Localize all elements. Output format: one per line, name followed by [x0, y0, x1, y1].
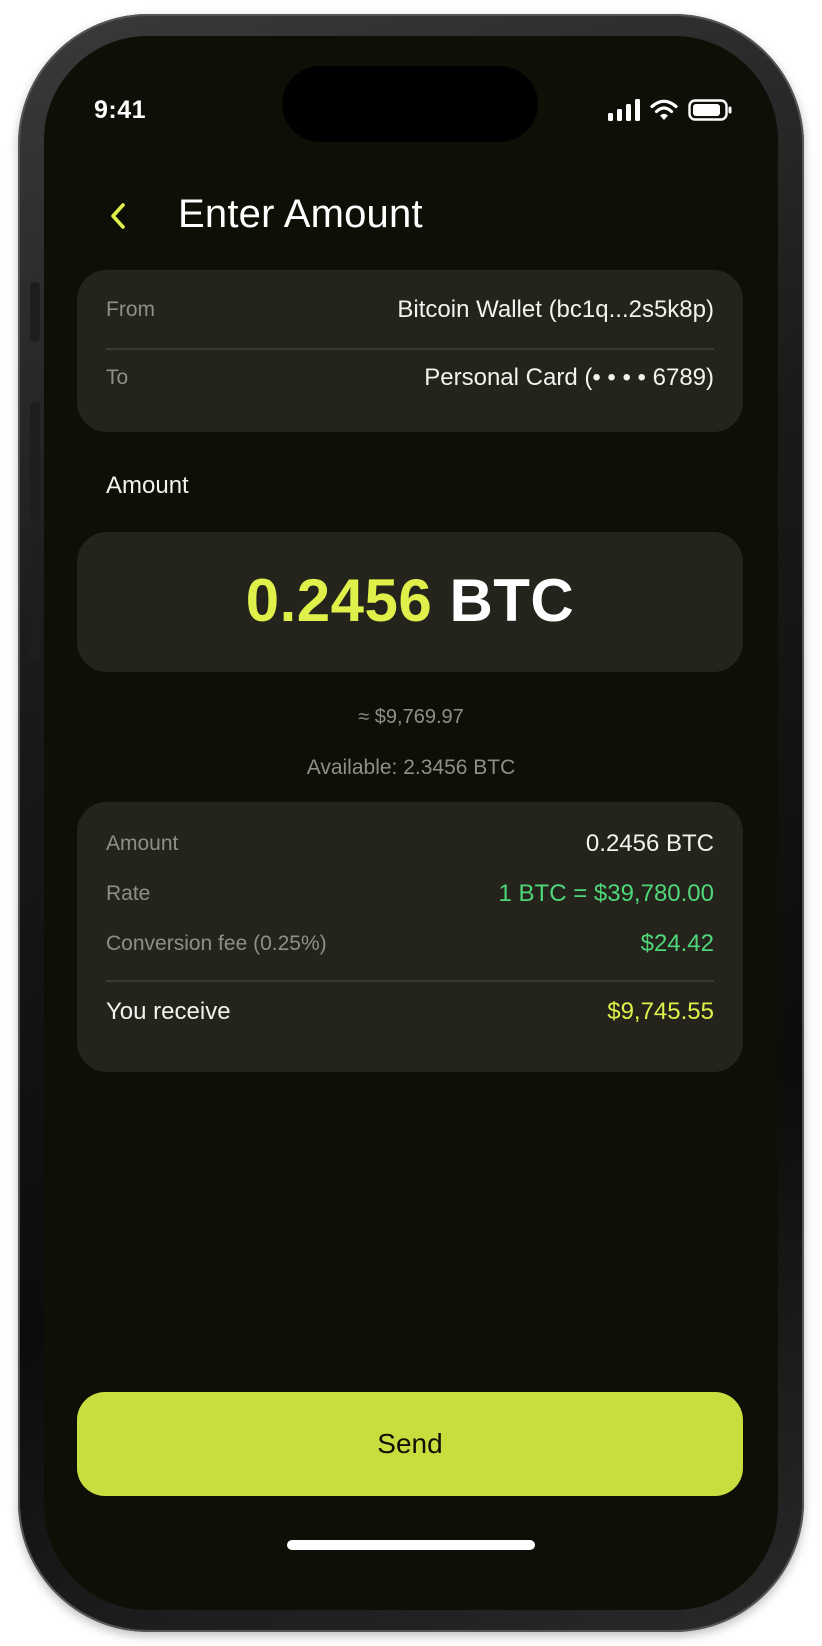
battery-icon [688, 99, 732, 121]
summary-amount-value: 0.2456 BTC [585, 830, 714, 857]
chevron-left-icon [111, 203, 125, 229]
to-label: To [106, 366, 129, 389]
status-icons [608, 98, 732, 122]
receive-label: You receive [106, 998, 231, 1025]
summary-amount-label: Amount [106, 832, 179, 855]
transfer-divider [106, 348, 714, 350]
dynamic-island [282, 66, 538, 142]
amount-value: 0.2456 [245, 567, 433, 634]
back-button[interactable] [98, 196, 138, 236]
rate-value: 1 BTC = $39,780.00 [498, 880, 714, 907]
amount-unit: BTC [449, 567, 575, 634]
wifi-icon [650, 99, 678, 120]
receive-row: You receive $9,745.55 [106, 998, 714, 1026]
rate-row: Rate 1 BTC = $39,780.00 [106, 880, 714, 908]
send-button[interactable]: Send [77, 1392, 743, 1496]
signal-icon [608, 99, 640, 121]
home-indicator[interactable] [287, 1540, 535, 1550]
to-value: Personal Card (• • • • 6789) [424, 364, 714, 391]
header: Enter Amount [44, 186, 778, 246]
from-value: Bitcoin Wallet (bc1q...2s5k8p) [397, 296, 714, 323]
fiat-approx: ≈ $9,769.97 [358, 706, 464, 728]
from-label: From [106, 298, 155, 321]
app-screen: 9:41 Enter Amount From Bitcoin Wallet (b… [44, 36, 778, 1610]
amount-input[interactable]: 0.2456 BTC [77, 532, 743, 672]
status-time: 9:41 [94, 96, 147, 124]
transfer-card: From Bitcoin Wallet (bc1q...2s5k8p) To P… [77, 270, 743, 432]
amount-display: 0.2456 BTC [77, 566, 743, 635]
fee-row: Conversion fee (0.25%) $24.42 [106, 930, 714, 958]
amount-label: Amount [106, 472, 189, 499]
from-row[interactable]: From Bitcoin Wallet (bc1q...2s5k8p) [106, 296, 714, 324]
rate-label: Rate [106, 882, 151, 905]
fee-label: Conversion fee (0.25%) [106, 932, 327, 955]
to-row[interactable]: To Personal Card (• • • • 6789) [106, 364, 714, 392]
page-title: Enter Amount [178, 192, 423, 236]
volume-down-button [30, 544, 40, 662]
summary-divider [106, 980, 714, 982]
volume-up-button [30, 402, 40, 520]
action-button [30, 282, 40, 342]
available-balance: Available: 2.3456 BTC [306, 756, 516, 779]
summary-amount-row: Amount 0.2456 BTC [106, 830, 714, 858]
receive-value: $9,745.55 [607, 998, 714, 1025]
summary-card: Amount 0.2456 BTC Rate 1 BTC = $39,780.0… [77, 802, 743, 1072]
fee-value: $24.42 [640, 930, 714, 957]
